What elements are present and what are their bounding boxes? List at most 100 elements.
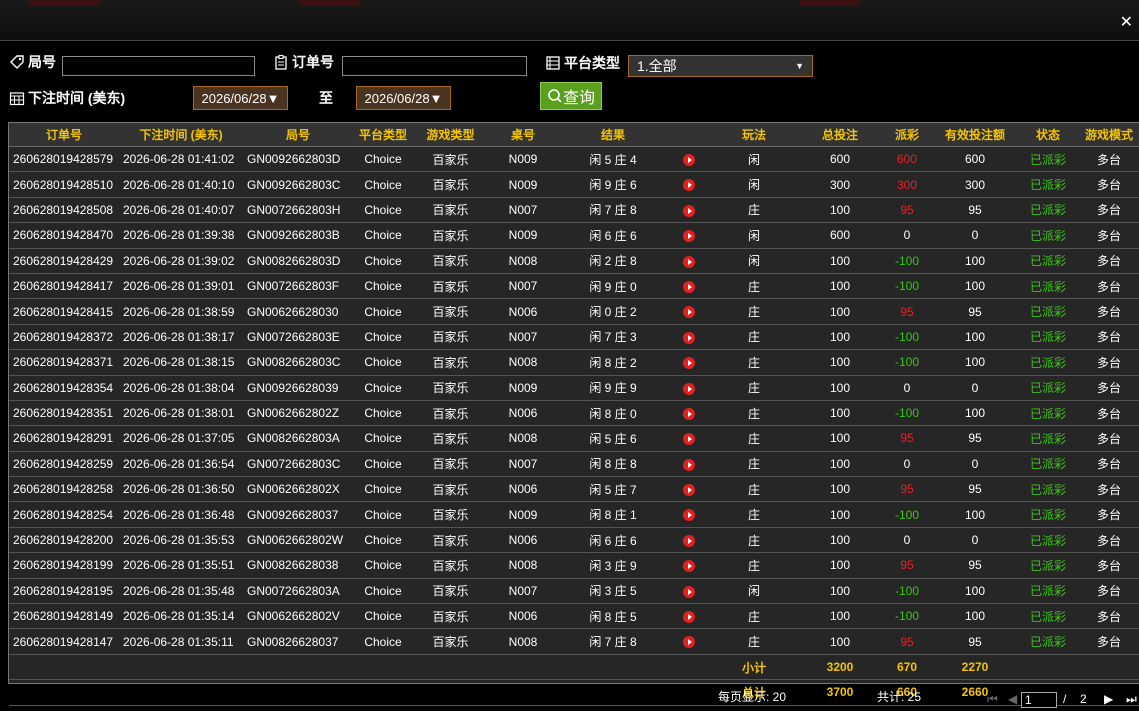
table-row[interactable]: 260628019428199 2026-06-28 01:35:51 GN0082… bbox=[9, 552, 1139, 579]
game-type-cell: 百家乐 bbox=[413, 146, 488, 173]
valid-bet-cell: 100 bbox=[932, 501, 1018, 528]
bet-type-cell: 闲 bbox=[710, 146, 798, 173]
game-mode-cell: 多台 bbox=[1078, 146, 1139, 173]
bet-type-cell-text: 庄 bbox=[747, 609, 760, 624]
date-to-picker[interactable]: 2026/06/28 ▼ bbox=[356, 86, 451, 110]
play-video-icon[interactable] bbox=[683, 611, 695, 624]
play-video-icon[interactable] bbox=[683, 179, 695, 192]
play-video-icon[interactable] bbox=[683, 230, 695, 243]
round-id-cell-text: GN0062662802Z bbox=[247, 406, 340, 421]
table-row[interactable]: 260628019428372 2026-06-28 01:38:17 GN0072… bbox=[9, 324, 1139, 351]
table-row[interactable]: 260628019428149 2026-06-28 01:35:14 GN0062… bbox=[9, 603, 1139, 630]
play-video-icon[interactable] bbox=[683, 357, 695, 370]
table-row[interactable]: 260628019428470 2026-06-28 01:39:38 GN0092… bbox=[9, 222, 1139, 249]
platform-cell: Choice bbox=[353, 222, 413, 249]
query-button[interactable]: 查询 bbox=[540, 82, 602, 110]
round-id-cell: GN0072662803F bbox=[243, 273, 353, 300]
platform-cell: Choice bbox=[353, 273, 413, 300]
search-icon bbox=[548, 89, 562, 103]
table-row[interactable]: 260628019428579 2026-06-28 01:41:02 GN0092… bbox=[9, 146, 1139, 173]
round-input[interactable] bbox=[62, 56, 255, 76]
order-id-cell-text: 260628019428200 bbox=[13, 533, 114, 548]
round-id-cell: GN0072662803E bbox=[243, 324, 353, 351]
table-row[interactable]: 260628019428147 2026-06-28 01:35:11 GN0082… bbox=[9, 628, 1139, 655]
table-row[interactable]: 260628019428510 2026-06-28 01:40:10 GN0092… bbox=[9, 171, 1139, 198]
bet-time-cell: 2026-06-28 01:38:04 bbox=[119, 375, 243, 401]
next-page-icon[interactable]: ▶ bbox=[1104, 692, 1113, 706]
play-video-icon[interactable] bbox=[683, 204, 695, 217]
page-number-input[interactable] bbox=[1021, 692, 1057, 708]
empty-cell bbox=[9, 654, 119, 681]
round-id-cell: GN0092662803B bbox=[243, 222, 353, 249]
table-row[interactable]: 260628019428291 2026-06-28 01:37:05 GN0082… bbox=[9, 425, 1139, 452]
total-bet-cell: 100 bbox=[798, 578, 882, 605]
table-row[interactable]: 260628019428417 2026-06-28 01:39:01 GN0072… bbox=[9, 273, 1139, 300]
round-id-cell: GN00826628037 bbox=[243, 628, 353, 655]
result-cell: 闲 7 庄 8 bbox=[558, 628, 668, 655]
play-video-icon[interactable] bbox=[683, 458, 695, 471]
total-bet-cell-text: 600 bbox=[829, 228, 851, 243]
bet-type-cell: 庄 bbox=[710, 349, 798, 376]
table-row[interactable]: 260628019428195 2026-06-28 01:35:48 GN0072… bbox=[9, 578, 1139, 605]
prev-page-icon[interactable]: ◀ bbox=[1008, 692, 1017, 706]
table-row[interactable]: 260628019428200 2026-06-28 01:35:53 GN0062… bbox=[9, 527, 1139, 554]
order-id-cell: 260628019428372 bbox=[9, 324, 119, 351]
payout-cell-text: -100 bbox=[894, 355, 920, 370]
valid-bet-cell-text: 100 bbox=[964, 406, 986, 421]
valid-bet-cell-text: 100 bbox=[964, 253, 986, 268]
game-type-cell: 百家乐 bbox=[413, 552, 488, 579]
play-video-icon[interactable] bbox=[683, 407, 695, 420]
table-row[interactable]: 260628019428351 2026-06-28 01:38:01 GN0062… bbox=[9, 400, 1139, 427]
play-video-icon[interactable] bbox=[683, 382, 695, 395]
play-video-icon[interactable] bbox=[683, 585, 695, 598]
game-type-cell-text: 百家乐 bbox=[432, 558, 469, 573]
empty-cell bbox=[119, 654, 243, 681]
play-video-icon[interactable] bbox=[683, 255, 695, 268]
play-video-icon[interactable] bbox=[683, 560, 695, 573]
bet-time-cell: 2026-06-28 01:38:59 bbox=[119, 298, 243, 325]
order-id-cell: 260628019428510 bbox=[9, 171, 119, 198]
first-page-icon[interactable]: ⏮ bbox=[987, 692, 998, 707]
bet-time-cell: 2026-06-28 01:36:48 bbox=[119, 501, 243, 528]
table-row[interactable]: 260628019428258 2026-06-28 01:36:50 GN0062… bbox=[9, 476, 1139, 503]
table-number-cell-text: N007 bbox=[508, 279, 538, 294]
platform-select[interactable]: 1.全部 ▼ bbox=[628, 55, 813, 77]
close-icon[interactable]: ✕ bbox=[1120, 12, 1133, 32]
table-row[interactable]: 260628019428429 2026-06-28 01:39:02 GN0082… bbox=[9, 248, 1139, 274]
table-row[interactable]: 260628019428254 2026-06-28 01:36:48 GN0092… bbox=[9, 501, 1139, 528]
status-cell: 已派彩 bbox=[1018, 400, 1078, 427]
game-type-cell-text: 百家乐 bbox=[432, 254, 469, 269]
status-cell-text: 已派彩 bbox=[1029, 457, 1066, 472]
play-video-icon[interactable] bbox=[683, 306, 695, 319]
play-video-icon[interactable] bbox=[683, 433, 695, 446]
total-bet-cell-text: 100 bbox=[829, 558, 851, 573]
play-video-icon[interactable] bbox=[683, 331, 695, 344]
order-input[interactable] bbox=[342, 56, 527, 76]
table-row[interactable]: 260628019428354 2026-06-28 01:38:04 GN0092… bbox=[9, 375, 1139, 401]
play-video-icon[interactable] bbox=[683, 534, 695, 547]
table-row[interactable]: 260628019428371 2026-06-28 01:38:15 GN0082… bbox=[9, 349, 1139, 376]
table-row[interactable]: 260628019428415 2026-06-28 01:38:59 GN0062… bbox=[9, 298, 1139, 325]
empty-cell bbox=[119, 679, 243, 706]
order-id-cell: 260628019428508 bbox=[9, 197, 119, 224]
valid-bet-cell-text: 0 bbox=[971, 228, 979, 243]
date-from-picker[interactable]: 2026/06/28 ▼ bbox=[193, 86, 288, 110]
play-video-icon[interactable] bbox=[683, 154, 695, 167]
valid-bet-cell: 600 bbox=[932, 146, 1018, 173]
play-video-icon[interactable] bbox=[683, 280, 695, 293]
platform-cell-text: Choice bbox=[364, 406, 402, 421]
table-number-cell: N006 bbox=[488, 400, 558, 427]
subtotal-row-label-text: 小计 bbox=[741, 660, 766, 675]
table-row[interactable]: 260628019428508 2026-06-28 01:40:07 GN0072… bbox=[9, 197, 1139, 224]
play-video-icon[interactable] bbox=[683, 484, 695, 497]
table-number-cell: N006 bbox=[488, 298, 558, 325]
last-page-icon[interactable]: ⏭ bbox=[1126, 692, 1137, 707]
payout-cell: -100 bbox=[882, 349, 932, 376]
play-video-icon[interactable] bbox=[683, 636, 695, 649]
result-cell-text: 闲 8 庄 0 bbox=[589, 406, 637, 421]
game-type-cell: 百家乐 bbox=[413, 476, 488, 503]
table-row[interactable]: 260628019428259 2026-06-28 01:36:54 GN0072… bbox=[9, 451, 1139, 478]
round-id-cell-text: GN0062662802X bbox=[247, 482, 340, 497]
play-video-icon[interactable] bbox=[683, 509, 695, 522]
status-cell-text: 已派彩 bbox=[1029, 152, 1066, 167]
